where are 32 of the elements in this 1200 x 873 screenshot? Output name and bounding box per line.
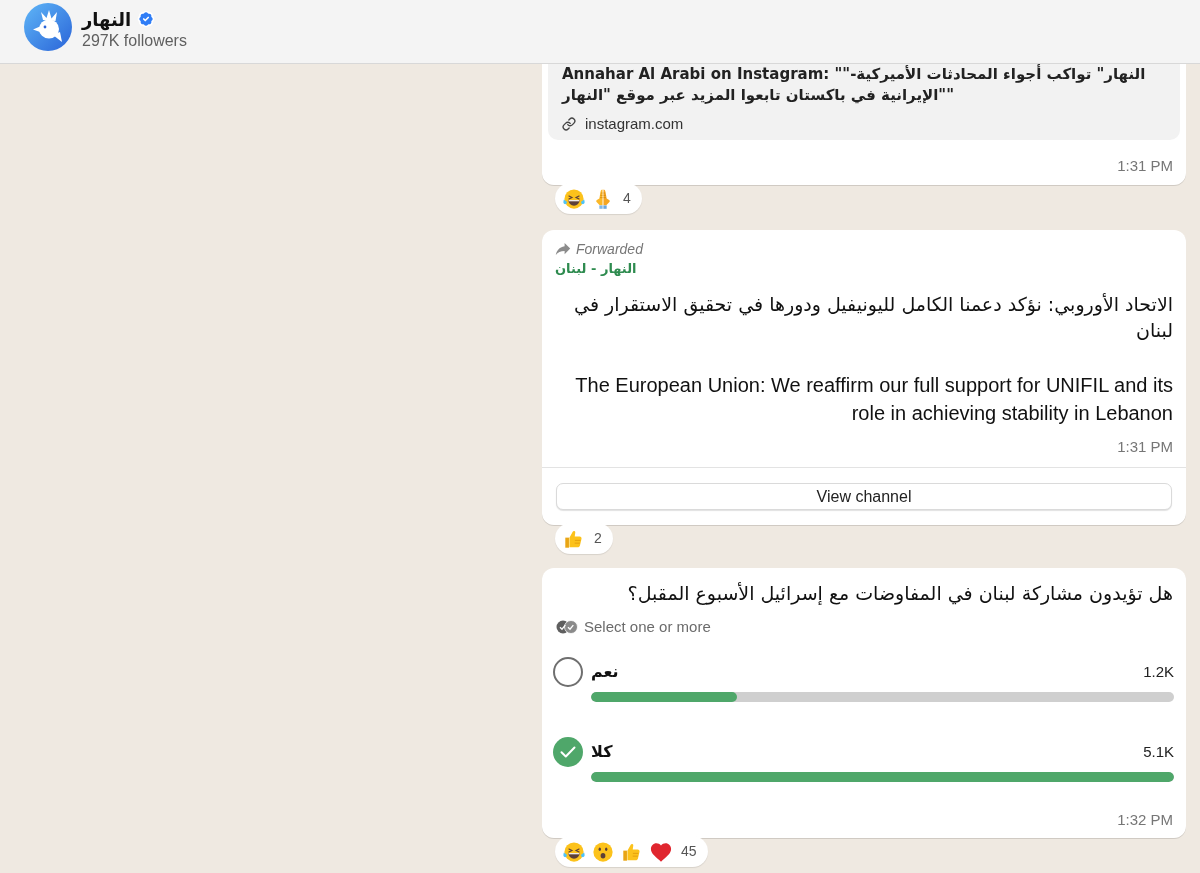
message-time: 1:31 PM — [1117, 156, 1173, 176]
reactions-button[interactable]: 4 — [555, 183, 642, 214]
poll-question: هل تؤيدون مشاركة لبنان في المفاوضات مع إسرائيل الأسبوع المقبل؟ — [626, 581, 1174, 606]
link-domain: instagram.com — [585, 113, 684, 134]
vote-count: 5.1K — [1143, 741, 1174, 762]
message-text: الاتحاد الأوروبي: نؤكد دعمنا الكامل لليونيفيل ودورها في تحقيق الاستقرار في لبنان — [573, 292, 1173, 343]
message-text: The European Union: We reaffirm our full support for UNIFIL and its role in achieving stability in Lebanon — [574, 373, 1173, 426]
poll-option-label: كلا — [591, 741, 613, 763]
message-time: 1:32 PM — [1117, 810, 1173, 830]
forwarded-label: Forwarded — [576, 239, 643, 259]
forward-arrow-icon — [555, 243, 571, 255]
forward-source[interactable]: النهار - لبنان — [555, 260, 637, 278]
link-icon — [562, 117, 576, 131]
laughing-face-icon — [563, 187, 585, 210]
surprised-face-icon — [592, 840, 614, 863]
link-preview-title: Annahar Al Arabi on Instagram: ""النهار" تواكب أجواء المحادثات الأميركية- الإيرانية في باكستان تابعوا المزيد عبر موقع "النهار"" — [562, 64, 1147, 106]
vote-count: 1.2K — [1143, 661, 1174, 682]
laughing-face-icon — [563, 840, 585, 863]
message-time: 1:31 PM — [1117, 437, 1173, 457]
follower-count: 297K followers — [82, 31, 187, 51]
poll-option-label: نعم — [591, 661, 619, 683]
reactions-button[interactable]: 2 — [555, 523, 613, 554]
view-channel-button[interactable]: View channel — [556, 483, 1172, 510]
double-check-icon — [556, 620, 578, 634]
channel-name: النهار — [82, 7, 132, 33]
bird-logo-icon[interactable] — [24, 3, 72, 51]
reactions-button[interactable]: 45 — [555, 836, 708, 867]
poll-hint: Select one or more — [584, 616, 711, 637]
tick-icon — [560, 746, 576, 758]
radio-button[interactable] — [553, 737, 583, 767]
heart-icon — [650, 840, 672, 863]
radio-button[interactable] — [553, 657, 583, 687]
